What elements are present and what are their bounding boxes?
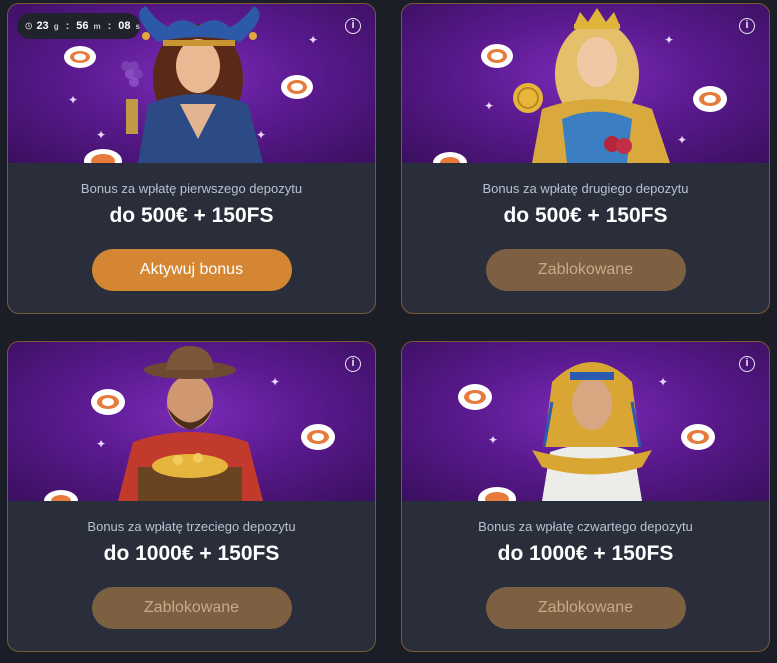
sparkle-icon: ✦: [270, 375, 281, 389]
locked-bonus-button[interactable]: Zablokowane: [485, 249, 686, 291]
bonus-amount: do 1000€ + 150FS: [497, 542, 674, 565]
sparkle-icon: ✦: [677, 133, 688, 147]
info-icon[interactable]: i: [739, 356, 755, 372]
casino-chip-icon: [478, 487, 516, 501]
bonus-amount: do 500€ + 150FS: [109, 204, 274, 227]
bonus-banner-image: ✦ ✦ i: [402, 342, 769, 501]
timer-separator: :: [65, 20, 70, 32]
sparkle-icon: ✦: [488, 433, 499, 447]
sparkle-icon: ✦: [96, 437, 107, 451]
countdown-timer: 23 g : 56 m : 08 s: [17, 13, 140, 39]
bonus-label: Bonus za wpłatę drugiego depozytu: [482, 181, 689, 196]
casino-chip-icon: [84, 149, 122, 163]
locked-bonus-button[interactable]: Zablokowane: [485, 587, 686, 629]
bonus-label: Bonus za wpłatę czwartego depozytu: [478, 519, 693, 534]
bonus-card-3: ✦ ✦ i Bonus za wpłatę trzeciego depozytu…: [7, 341, 376, 652]
bonus-amount: do 1000€ + 150FS: [103, 542, 280, 565]
sparkle-icon: ✦: [96, 128, 107, 142]
timer-days: 23: [36, 20, 49, 32]
casino-chip-icon: [281, 75, 313, 99]
info-icon[interactable]: i: [739, 18, 755, 34]
sparkle-icon: ✦: [256, 128, 267, 142]
sparkle-icon: ✦: [484, 99, 495, 113]
casino-chip-icon: [301, 424, 335, 450]
timer-days-unit: g: [53, 21, 59, 31]
casino-chip-icon: [64, 46, 96, 68]
casino-chip-icon: [681, 424, 715, 450]
bonus-banner-image: ✦ ✦ ✦ ✦ 23 g : 56 m : 08 s i: [8, 4, 375, 163]
casino-chip-icon: [433, 152, 467, 163]
casino-chip-icon: [91, 389, 125, 415]
bonus-label: Bonus za wpłatę trzeciego depozytu: [87, 519, 296, 534]
casino-chip-icon: [481, 44, 513, 68]
bonus-banner-image: ✦ ✦ i: [8, 342, 375, 501]
locked-bonus-button[interactable]: Zablokowane: [91, 587, 292, 629]
sparkle-icon: ✦: [664, 33, 675, 47]
info-icon[interactable]: i: [345, 18, 361, 34]
timer-hours: 56: [76, 20, 89, 32]
casino-chip-icon: [693, 86, 727, 112]
bonus-banner-image: ✦ ✦ ✦ i: [402, 4, 769, 163]
bonus-label: Bonus za wpłatę pierwszego depozytu: [80, 181, 303, 196]
bonus-card-4: ✦ ✦ i Bonus za wpłatę czwartego depozytu…: [401, 341, 770, 652]
timer-hours-unit: m: [93, 21, 101, 31]
timer-minutes: 08: [118, 20, 131, 32]
sparkle-icon: ✦: [308, 33, 319, 47]
clock-icon: [25, 22, 33, 30]
activate-bonus-button[interactable]: Aktywuj bonus: [91, 249, 292, 291]
sparkle-icon: ✦: [658, 375, 669, 389]
bonus-card-1: ✦ ✦ ✦ ✦ 23 g : 56 m : 08 s i Bonus za wpłat…: [7, 3, 376, 314]
timer-minutes-unit: s: [135, 21, 140, 31]
info-icon[interactable]: i: [345, 356, 361, 372]
casino-chip-icon: [458, 384, 492, 410]
sparkle-icon: ✦: [68, 93, 79, 107]
bonus-amount: do 500€ + 150FS: [503, 204, 668, 227]
casino-chip-icon: [44, 490, 78, 501]
bonus-card-2: ✦ ✦ ✦ i Bonus za wpłatę drugiego depozyt…: [401, 3, 770, 314]
timer-separator: :: [107, 20, 112, 32]
